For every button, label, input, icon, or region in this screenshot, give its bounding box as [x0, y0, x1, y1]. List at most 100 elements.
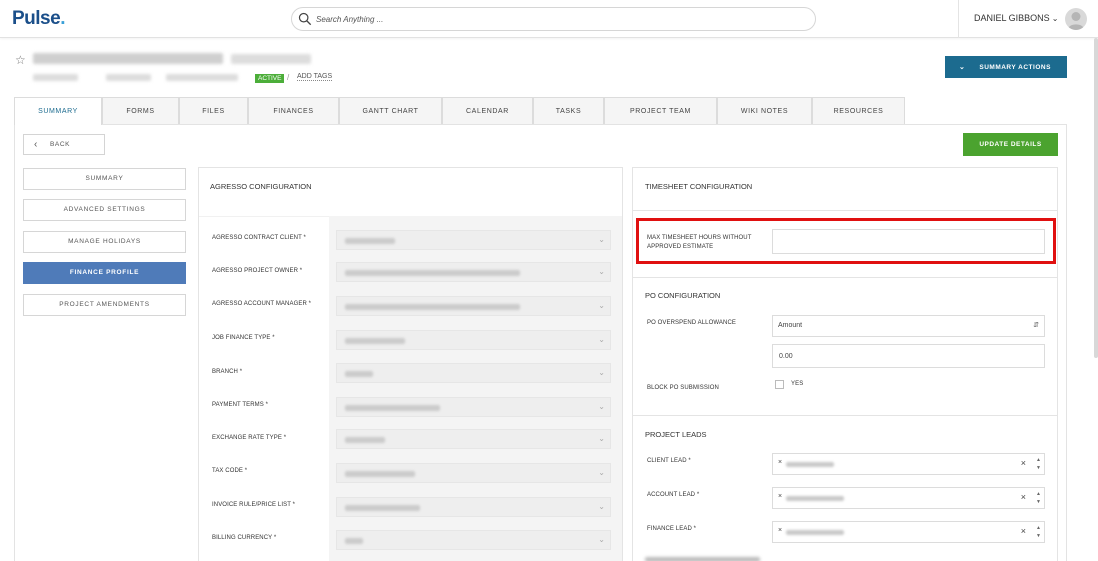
- highlight-box: [636, 218, 1056, 264]
- chevron-down-icon: ⌄: [598, 368, 605, 377]
- tab-project-team[interactable]: PROJECT TEAM: [604, 97, 717, 124]
- agresso-contract-client-select[interactable]: ⌄: [336, 230, 611, 250]
- agresso-project-owner-select[interactable]: ⌄: [336, 262, 611, 282]
- selected-lead-redacted: [786, 496, 844, 501]
- selected-lead-redacted: [786, 530, 844, 535]
- tax-code-select[interactable]: ⌄: [336, 463, 611, 483]
- remove-tag-icon[interactable]: ×: [778, 459, 782, 466]
- billing-currency-label: BILLING CURRENCY *: [212, 535, 277, 541]
- project-title-redacted: [33, 53, 223, 64]
- branch-select[interactable]: ⌄: [336, 363, 611, 383]
- chevron-down-icon: ⌄: [598, 434, 605, 443]
- job-finance-type-select[interactable]: ⌄: [336, 330, 611, 350]
- branch-label: BRANCH *: [212, 369, 243, 375]
- panel-divider: [633, 277, 1057, 278]
- pulse-logo[interactable]: Pulse.: [12, 8, 65, 30]
- spinner-arrows-icon[interactable]: ▲ ▼: [1036, 490, 1041, 506]
- po-overspend-type-value: Amount: [778, 322, 803, 329]
- project-code-redacted: [231, 54, 311, 64]
- sort-arrows-icon: ⇵: [1033, 322, 1039, 329]
- chevron-down-icon: ⌄: [598, 468, 605, 477]
- client-lead-label: CLIENT LEAD *: [647, 458, 691, 464]
- chevron-down-icon: ⌄: [598, 267, 605, 276]
- tab-calendar[interactable]: CALENDAR: [442, 97, 533, 124]
- client-lead-multiselect[interactable]: × × ▲ ▼: [772, 453, 1045, 475]
- search-icon: [298, 12, 312, 26]
- remove-tag-icon[interactable]: ×: [778, 527, 782, 534]
- agresso-account-manager-label: AGRESSO ACCOUNT MANAGER *: [212, 301, 312, 307]
- project-meta-redacted: [106, 74, 151, 81]
- sidebar-item-summary[interactable]: SUMMARY: [23, 168, 186, 190]
- selected-lead-redacted: [786, 462, 834, 467]
- agresso-project-owner-label: AGRESSO PROJECT OWNER *: [212, 268, 303, 274]
- finance-lead-multiselect[interactable]: × × ▲ ▼: [772, 521, 1045, 543]
- clear-icon[interactable]: ×: [1021, 492, 1026, 502]
- user-name: DANIEL GIBBONS: [974, 13, 1050, 23]
- panel-divider: [633, 210, 1057, 211]
- finance-lead-label: FINANCE LEAD *: [647, 526, 697, 532]
- account-lead-multiselect[interactable]: × × ▲ ▼: [772, 487, 1045, 509]
- status-badge: ACTIVE: [255, 74, 285, 83]
- chevron-down-icon: ⌄: [598, 335, 605, 344]
- tab-files[interactable]: FILES: [179, 97, 248, 124]
- remove-tag-icon[interactable]: ×: [778, 493, 782, 500]
- po-overspend-allowance-label: PO OVERSPEND ALLOWANCE: [647, 320, 737, 326]
- project-meta-redacted: [33, 74, 78, 81]
- po-overspend-value-input[interactable]: [772, 344, 1045, 368]
- back-label: BACK: [50, 141, 71, 148]
- avatar[interactable]: [1065, 8, 1087, 30]
- top-bar: Pulse. DANIEL GIBBONS⌄: [0, 0, 1098, 38]
- chevron-down-icon: ⌄: [598, 301, 605, 310]
- payment-terms-label: PAYMENT TERMS *: [212, 402, 269, 408]
- block-po-submission-option: YES: [791, 381, 804, 387]
- page-scrollbar[interactable]: [1094, 38, 1098, 358]
- invoice-rule-price-list-select[interactable]: ⌄: [336, 497, 611, 517]
- sidebar-item-finance-profile[interactable]: FINANCE PROFILE: [23, 262, 186, 284]
- back-button[interactable]: ‹ BACK: [23, 134, 105, 155]
- project-meta-redacted: [166, 74, 238, 81]
- tab-finances[interactable]: FINANCES: [248, 97, 339, 124]
- topbar-divider: [958, 0, 959, 38]
- tab-tasks[interactable]: TASKS: [533, 97, 604, 124]
- tab-forms[interactable]: FORMS: [102, 97, 179, 124]
- tab-wiki-notes[interactable]: WIKI NOTES: [717, 97, 812, 124]
- user-avatar-icon: [1067, 12, 1085, 30]
- clear-icon[interactable]: ×: [1021, 458, 1026, 468]
- sidebar-item-manage-holidays[interactable]: MANAGE HOLIDAYS: [23, 231, 186, 253]
- summary-actions-button[interactable]: ⌄ SUMMARY ACTIONS: [945, 56, 1067, 78]
- exchange-rate-type-label: EXCHANGE RATE TYPE *: [212, 435, 287, 441]
- agresso-account-manager-select[interactable]: ⌄: [336, 296, 611, 316]
- favorite-star-icon[interactable]: ☆: [15, 53, 26, 67]
- payment-terms-select[interactable]: ⌄: [336, 397, 611, 417]
- tab-gantt-chart[interactable]: GANTT CHART: [339, 97, 442, 124]
- invoice-rule-price-list-label: INVOICE RULE/PRICE LIST *: [212, 502, 296, 508]
- tax-code-label: TAX CODE *: [212, 468, 248, 474]
- global-search[interactable]: [291, 7, 816, 31]
- po-panel-title: PO CONFIGURATION: [645, 291, 721, 300]
- billing-currency-select[interactable]: ⌄: [336, 530, 611, 550]
- update-details-button[interactable]: UPDATE DETAILS: [963, 133, 1058, 156]
- panel-divider: [633, 415, 1057, 416]
- project-leads-title: PROJECT LEADS: [645, 430, 707, 439]
- sidebar-item-advanced-settings[interactable]: ADVANCED SETTINGS: [23, 199, 186, 221]
- po-overspend-type-select[interactable]: Amount ⇵: [772, 315, 1045, 337]
- chevron-down-icon: ⌄: [598, 535, 605, 544]
- agresso-contract-client-label: AGRESSO CONTRACT CLIENT *: [212, 235, 306, 241]
- spinner-arrows-icon[interactable]: ▲ ▼: [1036, 456, 1041, 472]
- chevron-down-icon: ⌄: [959, 64, 966, 71]
- tab-summary[interactable]: SUMMARY: [14, 97, 102, 125]
- tab-resources[interactable]: RESOURCES: [812, 97, 905, 124]
- job-finance-type-label: JOB FINANCE TYPE *: [212, 335, 275, 341]
- user-menu[interactable]: DANIEL GIBBONS ⌄: [974, 13, 1058, 23]
- spinner-arrows-icon[interactable]: ▲ ▼: [1036, 524, 1041, 540]
- search-input[interactable]: [316, 11, 796, 27]
- chevron-down-icon: ⌄: [598, 502, 605, 511]
- exchange-rate-type-select[interactable]: ⌄: [336, 429, 611, 449]
- account-lead-label: ACCOUNT LEAD *: [647, 492, 700, 498]
- add-tags-link[interactable]: ADD TAGS: [297, 73, 333, 81]
- block-po-submission-checkbox[interactable]: [775, 380, 784, 389]
- panel-divider: [199, 216, 329, 217]
- clear-icon[interactable]: ×: [1021, 526, 1026, 536]
- sidebar-item-project-amendments[interactable]: PROJECT AMENDMENTS: [23, 294, 186, 316]
- breadcrumb-divider: /: [287, 73, 290, 82]
